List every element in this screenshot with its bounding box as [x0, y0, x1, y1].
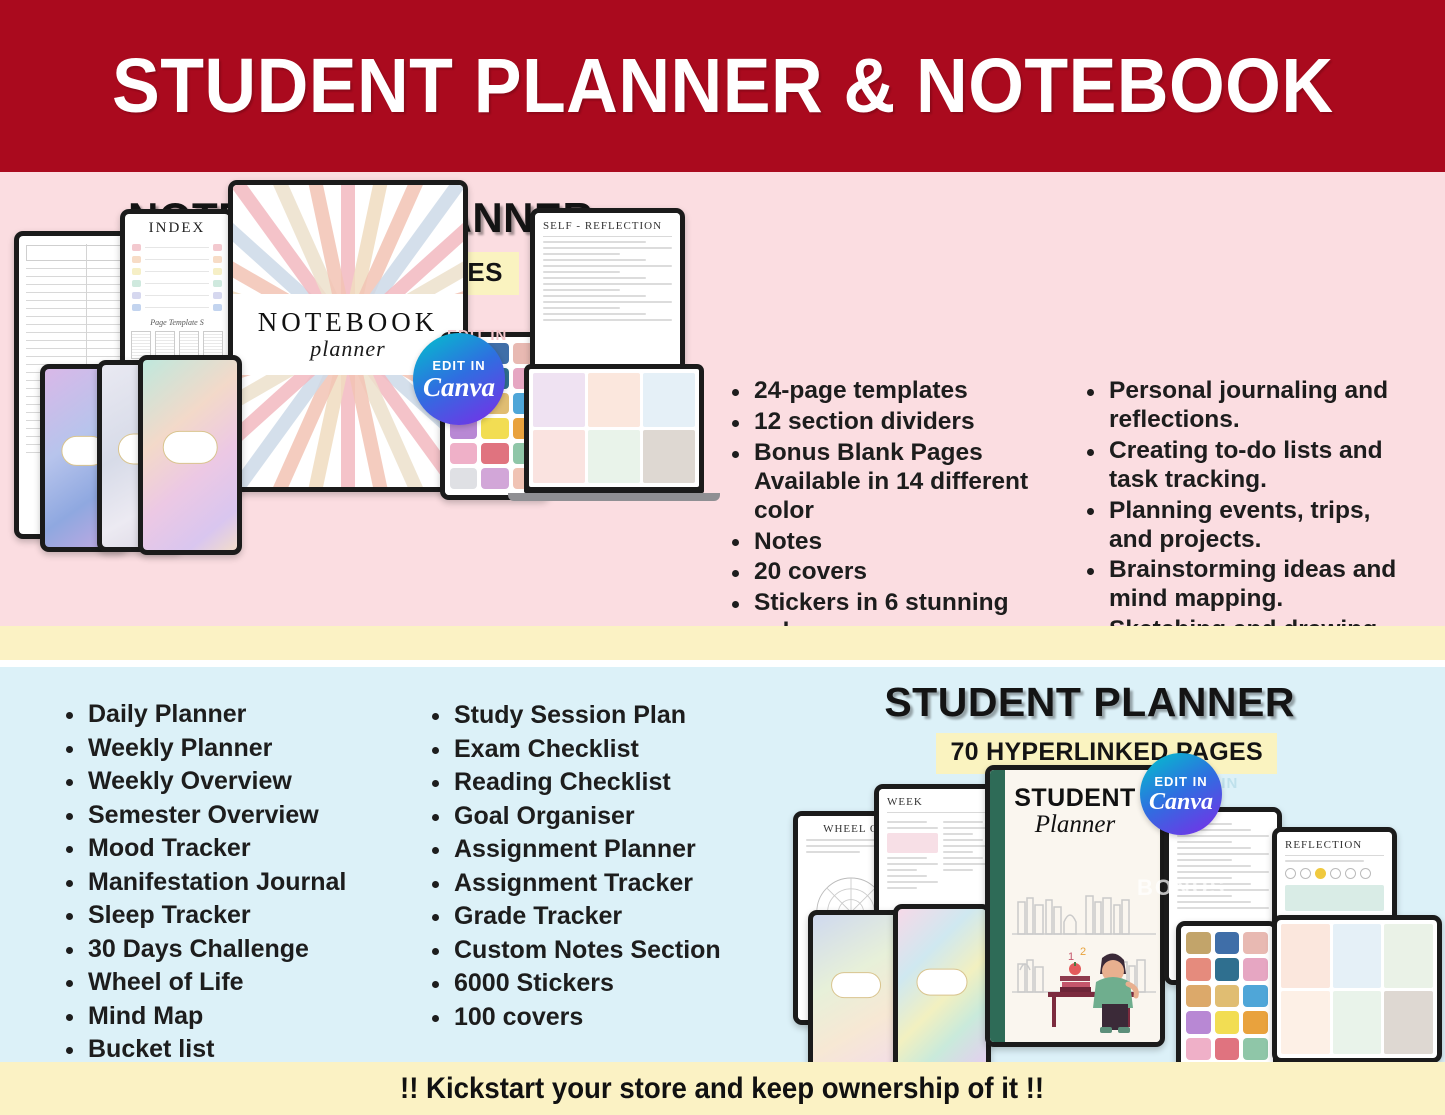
list-item: 100 covers	[428, 1003, 778, 1033]
index-row	[132, 256, 222, 263]
list-item: Wheel of Life	[62, 968, 422, 998]
yellow-divider-band	[0, 626, 1445, 660]
list-item: Assignment Planner	[428, 835, 778, 865]
laptop-lid	[524, 364, 704, 493]
sticker-grid	[1181, 926, 1273, 1062]
student-cover-art: STUDENT Planner 1 2	[990, 770, 1160, 1042]
list-item: 12 section dividers	[728, 408, 1046, 437]
list-item: Grade Tracker	[428, 902, 778, 932]
notebook-planner-section: NOTEBOOK PLANNER 80 HYPERLINKED PAGES IN…	[0, 172, 1445, 626]
list-item: Stickers in 6 stunning colors	[728, 589, 1046, 626]
week-page-title: WEEK	[887, 796, 923, 808]
template-thumbnail-grid	[529, 369, 699, 487]
cover-label-placeholder	[831, 971, 881, 998]
index-row	[132, 304, 222, 311]
mood-selector	[1285, 868, 1384, 879]
list-item: Semester Overview	[62, 801, 422, 831]
notebook-cover-screen: NOTEBOOK planner	[233, 185, 463, 487]
laptop-templates	[508, 364, 720, 501]
index-page-title: INDEX	[148, 220, 206, 236]
tablet-templates-grid	[1272, 915, 1442, 1062]
index-row	[132, 280, 222, 287]
list-item: Sleep Tracker	[62, 901, 422, 931]
footer-tagline: !! Kickstart your store and keep ownersh…	[400, 1071, 1045, 1105]
canva-badge-notebook[interactable]: EDIT IN Canva	[413, 333, 505, 425]
list-item: Weekly Overview	[62, 767, 422, 797]
student-section-heading: STUDENT PLANNER	[884, 679, 1295, 725]
templates-grid-screen	[1277, 920, 1437, 1058]
lined-page-header-box	[26, 245, 132, 261]
cover-label-placeholder	[916, 968, 968, 996]
list-item: Personal journaling and reflections.	[1083, 377, 1413, 435]
list-item: Bonus Blank Pages Available in 14 differ…	[728, 439, 1046, 526]
list-item: Bucket list	[62, 1035, 422, 1062]
note-page-title: SELF - REFLECTION	[543, 220, 663, 232]
notebook-features-column-1: 24-page templates 12 section dividers Bo…	[728, 377, 1046, 626]
list-item: Study Session Plan	[428, 701, 778, 731]
list-item: Notes	[728, 528, 1046, 557]
list-item: Weekly Planner	[62, 734, 422, 764]
list-item: Planning events, trips, and projects.	[1083, 497, 1413, 555]
list-item: Manifestation Journal	[62, 868, 422, 898]
list-item: 6000 Stickers	[428, 969, 778, 999]
notebook-features-column-2: Personal journaling and reflections. Cre…	[1083, 377, 1413, 626]
white-divider-gap	[0, 660, 1445, 667]
template-thumbnail-grid	[1277, 920, 1437, 1058]
list-item: Sketching and drawing.	[1083, 616, 1413, 626]
tablet-marble-cover-5	[893, 904, 991, 1062]
canva-badge-brand: Canva	[1148, 789, 1213, 815]
bookshelf-illustration: 1 2	[1012, 895, 1156, 1033]
index-page-subtitle: Page Template S	[150, 318, 204, 327]
tablet-marble-cover-3	[138, 355, 242, 555]
svg-text:1: 1	[1068, 951, 1074, 963]
bonus-watermark: BONUS	[1137, 875, 1227, 900]
marble-cover-5-screen	[898, 909, 986, 1062]
list-item: Mind Map	[62, 1002, 422, 1032]
tablet-notebook-cover: NOTEBOOK planner	[228, 180, 468, 492]
list-item: Mood Tracker	[62, 834, 422, 864]
list-item: Goal Organiser	[428, 802, 778, 832]
laptop-screen	[529, 369, 699, 487]
list-item: Assignment Tracker	[428, 869, 778, 899]
header-banner: STUDENT PLANNER & NOTEBOOK	[0, 0, 1445, 172]
student-features-column-1: Daily Planner Weekly Planner Weekly Over…	[62, 700, 422, 1062]
sticker-sheet-student-screen	[1181, 926, 1273, 1062]
student-cover-screen: STUDENT Planner 1 2	[990, 770, 1160, 1042]
student-cover-subtitle: Planner	[1034, 811, 1116, 838]
canva-badge-edit-label: EDIT IN	[432, 357, 486, 373]
canva-badge-student[interactable]: EDIT IN Canva	[1140, 753, 1222, 835]
list-item: Custom Notes Section	[428, 936, 778, 966]
marble-cover-3-screen	[143, 360, 237, 550]
list-item: 30 Days Challenge	[62, 935, 422, 965]
notebook-cover-title: NOTEBOOK	[257, 306, 439, 337]
cover-label-placeholder	[162, 431, 218, 464]
reflection-page-title: REFLECTION	[1285, 839, 1363, 851]
student-cover-title: STUDENT	[1014, 784, 1136, 812]
list-item: Daily Planner	[62, 700, 422, 730]
tablet-student-cover: STUDENT Planner 1 2	[985, 765, 1165, 1047]
student-features-column-2: Study Session Plan Exam Checklist Readin…	[428, 701, 778, 1036]
list-item: Exam Checklist	[428, 735, 778, 765]
canva-badge-edit-label: EDIT IN	[1154, 774, 1208, 789]
marble-cover-4-screen	[813, 915, 899, 1062]
svg-text:2: 2	[1080, 946, 1086, 958]
index-row	[132, 292, 222, 299]
index-row	[132, 244, 222, 251]
notebook-cover-subtitle: planner	[310, 335, 386, 361]
index-row	[132, 268, 222, 275]
tablet-sticker-sheet-student	[1176, 921, 1278, 1062]
list-item: 24-page templates	[728, 377, 1046, 406]
list-item: Brainstorming ideas and mind mapping.	[1083, 556, 1413, 614]
list-item: 20 covers	[728, 558, 1046, 587]
tablet-marble-cover-4	[808, 910, 904, 1062]
index-rows	[125, 244, 229, 311]
footer-banner: !! Kickstart your store and keep ownersh…	[0, 1062, 1445, 1115]
laptop-base	[508, 493, 720, 501]
canva-badge-brand: Canva	[422, 371, 495, 402]
page-title: STUDENT PLANNER & NOTEBOOK	[111, 42, 1334, 129]
list-item: Reading Checklist	[428, 768, 778, 798]
student-planner-section: STUDENT PLANNER 70 HYPERLINKED PAGES WHE…	[0, 667, 1445, 1062]
list-item: Creating to-do lists and task tracking.	[1083, 437, 1413, 495]
